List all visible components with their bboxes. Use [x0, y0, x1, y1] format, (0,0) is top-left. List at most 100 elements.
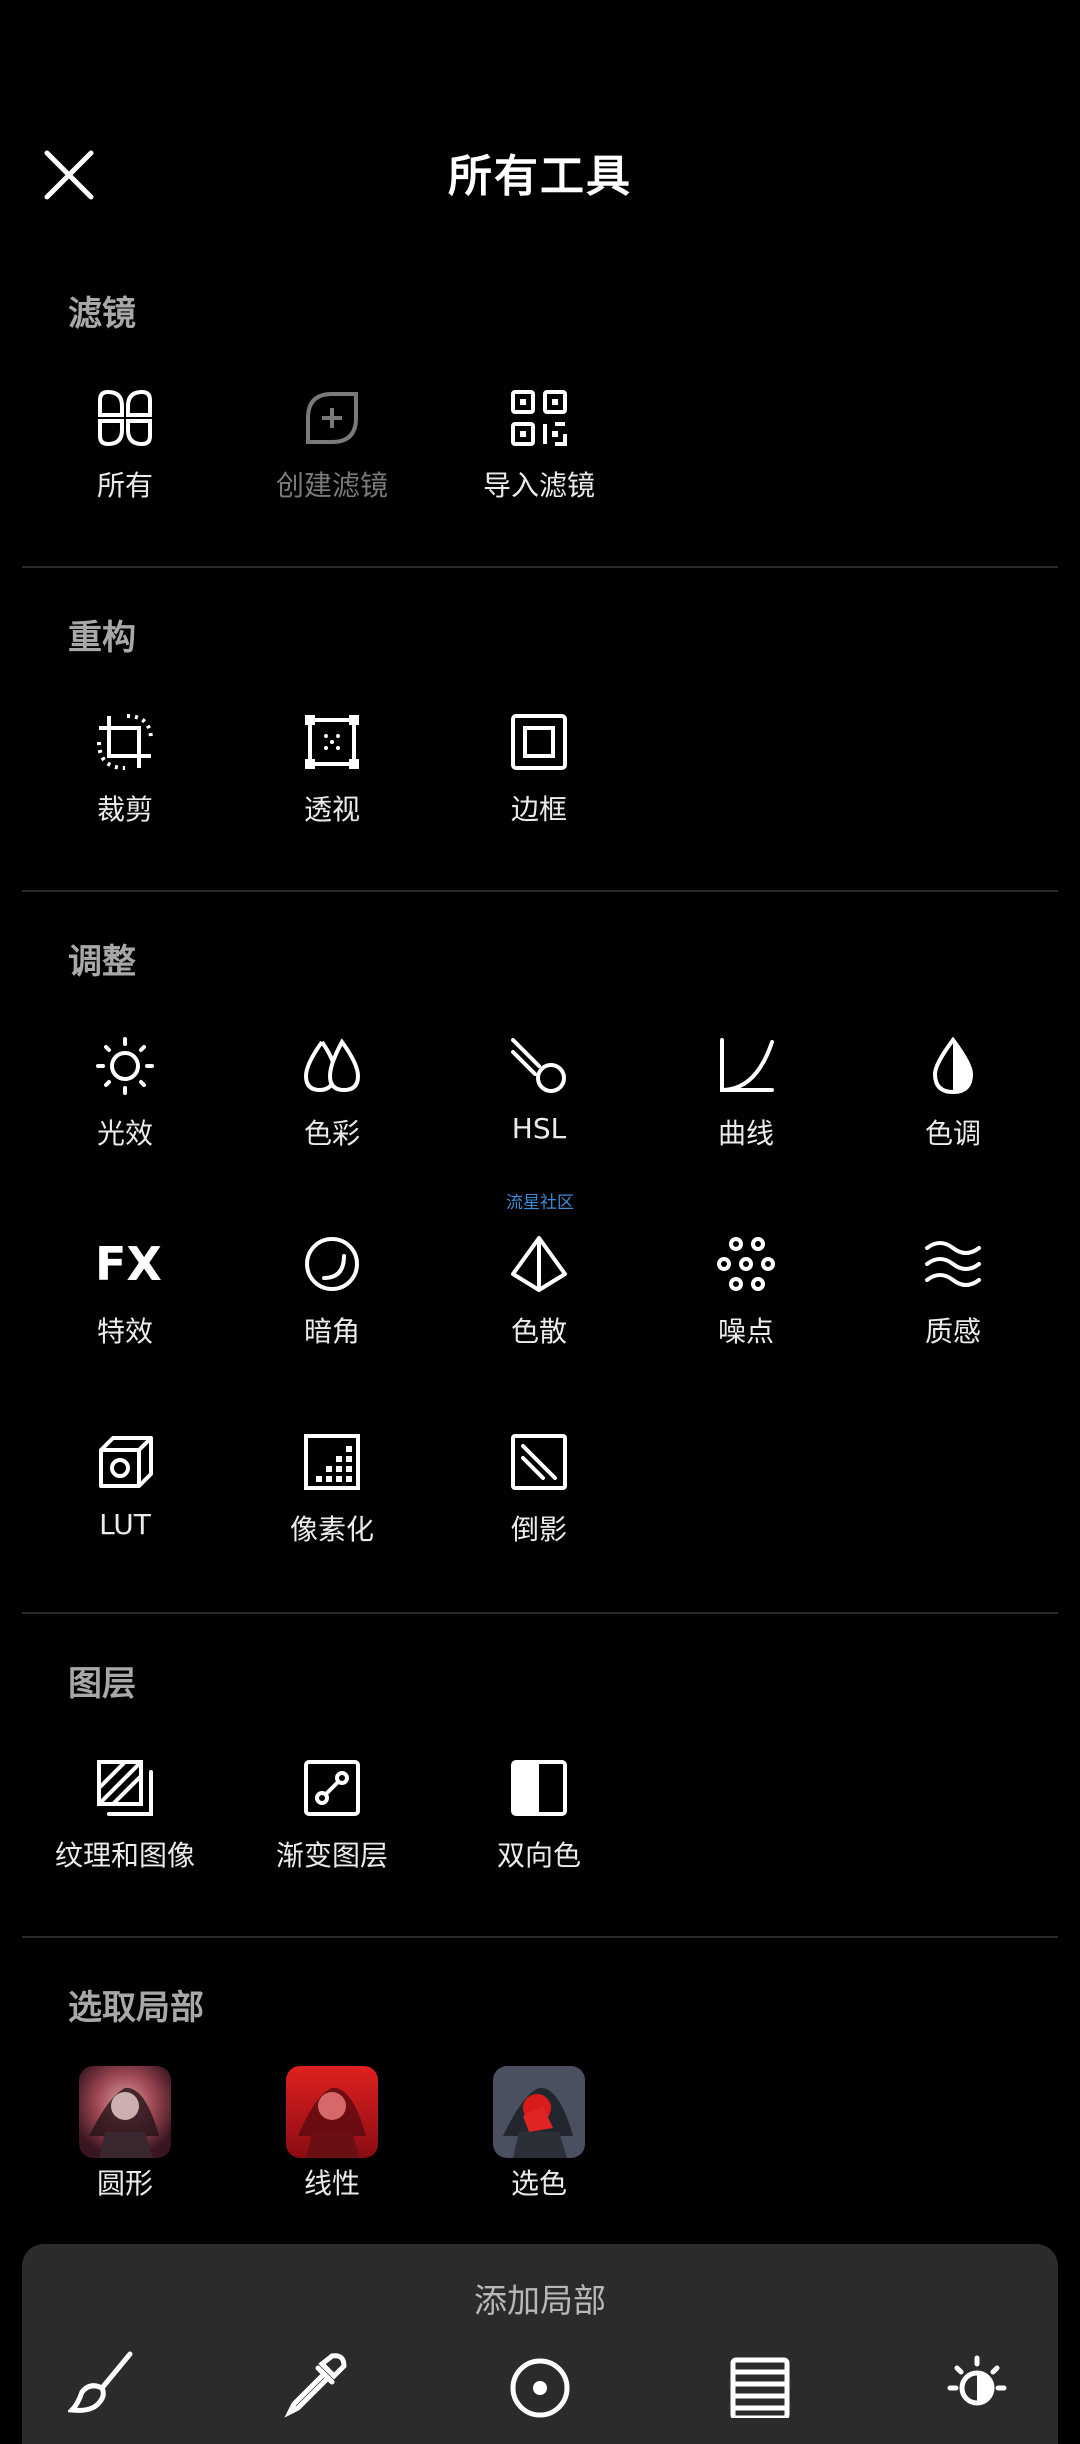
divider: [22, 1612, 1058, 1614]
lut-cube-icon: [95, 1432, 155, 1492]
watermark: 流星社区: [506, 1193, 574, 1213]
layers-image-icon: [95, 1758, 155, 1818]
tool-label: 色调: [924, 1117, 981, 1150]
tool-lut[interactable]: LUT: [35, 1432, 215, 1582]
tool-duotone[interactable]: 双向色: [449, 1758, 629, 1908]
tool-label: 渐变图层: [275, 1839, 388, 1872]
tool-label: LUT: [99, 1508, 151, 1541]
qr-code-icon: [509, 388, 569, 448]
radial-target-icon: [510, 2358, 570, 2418]
reflection-icon: [509, 1432, 569, 1492]
tool-vignette[interactable]: 暗角: [242, 1234, 422, 1384]
tool-label: 像素化: [289, 1513, 374, 1546]
tool-pixelate[interactable]: 像素化: [242, 1432, 422, 1582]
eyedropper-button[interactable]: [282, 2348, 352, 2418]
tool-label: 所有: [96, 469, 153, 502]
tool-texture[interactable]: 质感: [863, 1234, 1043, 1384]
section-title: 选取局部: [68, 1988, 204, 2028]
luminance-mask-button[interactable]: [942, 2348, 1012, 2418]
tool-reflection[interactable]: 倒影: [449, 1432, 629, 1582]
section-title: 滤镜: [68, 294, 136, 334]
tool-import-filter[interactable]: 导入滤镜: [449, 388, 629, 538]
brush-button[interactable]: [68, 2348, 138, 2418]
sun-icon: [95, 1036, 155, 1096]
crop-icon: [95, 712, 155, 772]
tool-label: 创建滤镜: [275, 469, 388, 502]
vignette-icon: [302, 1234, 362, 1294]
radial-thumbnail: [79, 2066, 171, 2158]
section-layers: 图层 纹理和图像 渐变图层 双向色: [0, 1650, 1080, 1940]
linear-thumbnail: [286, 2066, 378, 2158]
tool-tone[interactable]: 色调: [863, 1036, 1043, 1186]
eyedropper-icon: [284, 2353, 347, 2418]
divider: [22, 1936, 1058, 1938]
tool-curves[interactable]: 曲线: [656, 1036, 836, 1186]
linear-mask-button[interactable]: [725, 2348, 795, 2418]
tool-label: 噪点: [717, 1315, 774, 1348]
tool-gradient-layer[interactable]: 渐变图层: [242, 1758, 422, 1908]
tool-hsl[interactable]: HSL: [449, 1036, 629, 1186]
tool-label: 线性: [303, 2167, 360, 2200]
pixelate-icon: [302, 1432, 362, 1492]
perspective-icon: [302, 712, 362, 772]
tool-label: 导入滤镜: [482, 469, 595, 502]
page-title: 所有工具: [448, 151, 632, 202]
tool-linear[interactable]: 线性: [242, 2066, 422, 2216]
tool-radial[interactable]: 圆形: [35, 2066, 215, 2216]
section-title: 调整: [68, 942, 136, 982]
noise-dots-icon: [716, 1234, 776, 1294]
grid-icon: [95, 388, 155, 448]
frame-icon: [509, 712, 569, 772]
tool-label: 特效: [96, 1315, 153, 1348]
tool-light[interactable]: 光效: [35, 1036, 215, 1186]
tool-label: 圆形: [96, 2167, 153, 2200]
tool-dispersion[interactable]: 色散: [449, 1234, 629, 1384]
tone-drop-icon: [923, 1036, 983, 1096]
drops-icon: [302, 1036, 362, 1096]
tool-label: 边框: [510, 793, 567, 826]
add-local-panel: 添加局部: [22, 2244, 1058, 2444]
header: 所有工具: [0, 0, 1080, 230]
curve-icon: [716, 1036, 776, 1096]
tool-label: 倒影: [510, 1513, 567, 1546]
tool-color[interactable]: 色彩: [242, 1036, 422, 1186]
tool-label: 光效: [96, 1117, 153, 1150]
add-filter-icon: [302, 388, 362, 448]
duotone-icon: [509, 1758, 569, 1818]
tool-crop[interactable]: 裁剪: [35, 712, 215, 862]
tool-effects[interactable]: FX 特效: [35, 1234, 215, 1384]
fx-icon: FX: [95, 1237, 162, 1291]
tool-label: 双向色: [496, 1839, 581, 1872]
tool-label: HSL: [511, 1112, 567, 1145]
panel-title: 添加局部: [474, 2281, 606, 2320]
tool-label: 裁剪: [96, 793, 153, 826]
divider: [22, 890, 1058, 892]
tool-frame[interactable]: 边框: [449, 712, 629, 862]
tool-perspective[interactable]: 透视: [242, 712, 422, 862]
section-adjust: 调整 光效 色彩 HSL 曲线 色调 FX 特效 暗角 色散 噪点 质感 LUT…: [0, 928, 1080, 1608]
section-local: 选取局部 圆形 线性 选色: [0, 1974, 1080, 2234]
tool-texture-image[interactable]: 纹理和图像: [35, 1758, 215, 1908]
luminance-icon: [947, 2355, 1007, 2406]
tool-noise[interactable]: 噪点: [656, 1234, 836, 1384]
tool-label: 质感: [924, 1315, 981, 1348]
section-title: 图层: [68, 1664, 136, 1704]
waves-icon: [923, 1234, 983, 1294]
tool-all-filters[interactable]: 所有: [35, 388, 215, 538]
prism-icon: [509, 1234, 569, 1294]
section-title: 重构: [68, 618, 136, 658]
color-select-thumbnail: [493, 2066, 585, 2158]
tool-create-filter[interactable]: 创建滤镜: [242, 388, 422, 538]
linear-lines-icon: [730, 2357, 790, 2418]
gradient-icon: [302, 1758, 362, 1818]
tool-color-select[interactable]: 选色: [449, 2066, 629, 2216]
tool-label: 选色: [510, 2167, 567, 2200]
tool-label: 色散: [510, 1315, 567, 1348]
tool-label: 纹理和图像: [54, 1839, 195, 1872]
section-reframe: 重构 裁剪 透视 边框: [0, 604, 1080, 894]
tool-label: 曲线: [717, 1117, 774, 1150]
radial-mask-button[interactable]: [505, 2348, 575, 2418]
section-filters: 滤镜 所有 创建滤镜 导入滤镜: [0, 280, 1080, 570]
divider: [22, 566, 1058, 568]
brush-icon: [68, 2351, 133, 2413]
